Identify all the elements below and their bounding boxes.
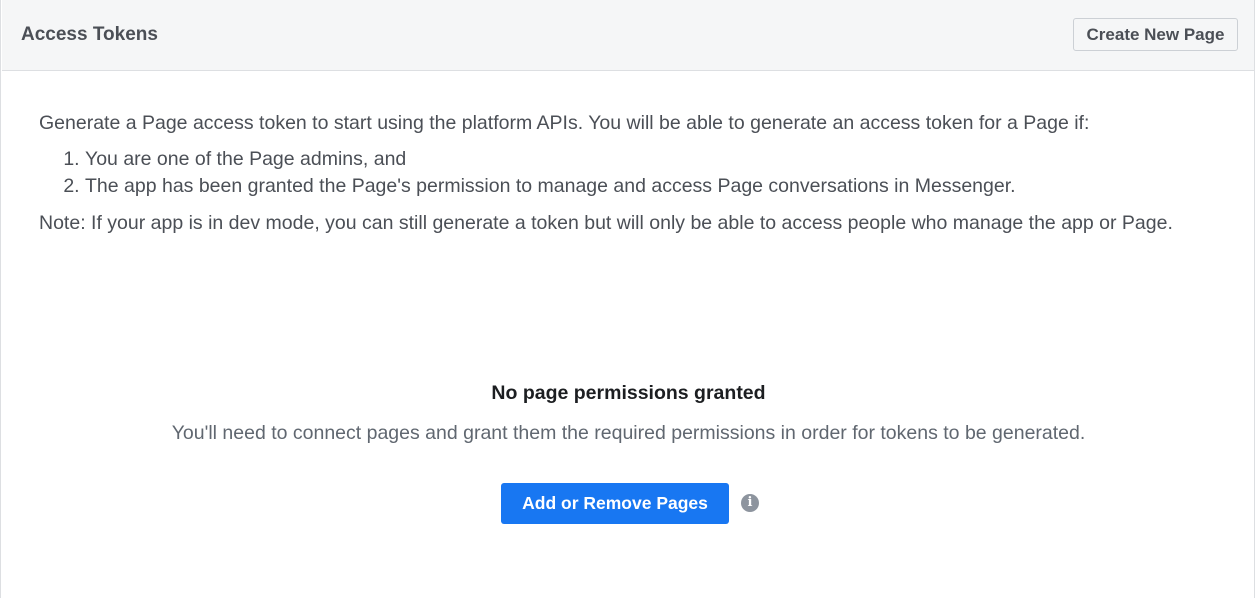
panel-title: Access Tokens [21,24,158,45]
intro-description: Generate a Page access token to start us… [39,112,1090,134]
panel-header: Access Tokens Create New Page [2,0,1254,71]
dev-mode-note: Note: If your app is in dev mode, you ca… [39,212,1173,234]
intro-section: Generate a Page access token to start us… [39,110,1219,237]
conditions-list: You are one of the Page admins, and The … [39,146,1219,200]
info-icon[interactable]: i [741,494,759,512]
condition-item: The app has been granted the Page's perm… [85,173,1219,200]
access-tokens-panel: Access Tokens Create New Page Generate a… [0,0,1255,598]
create-new-page-button[interactable]: Create New Page [1073,18,1238,51]
empty-state-description: You'll need to connect pages and grant t… [171,422,1086,444]
empty-state-title: No page permissions granted [491,382,766,404]
add-or-remove-pages-button[interactable]: Add or Remove Pages [501,483,729,524]
condition-item: You are one of the Page admins, and [85,146,1219,173]
